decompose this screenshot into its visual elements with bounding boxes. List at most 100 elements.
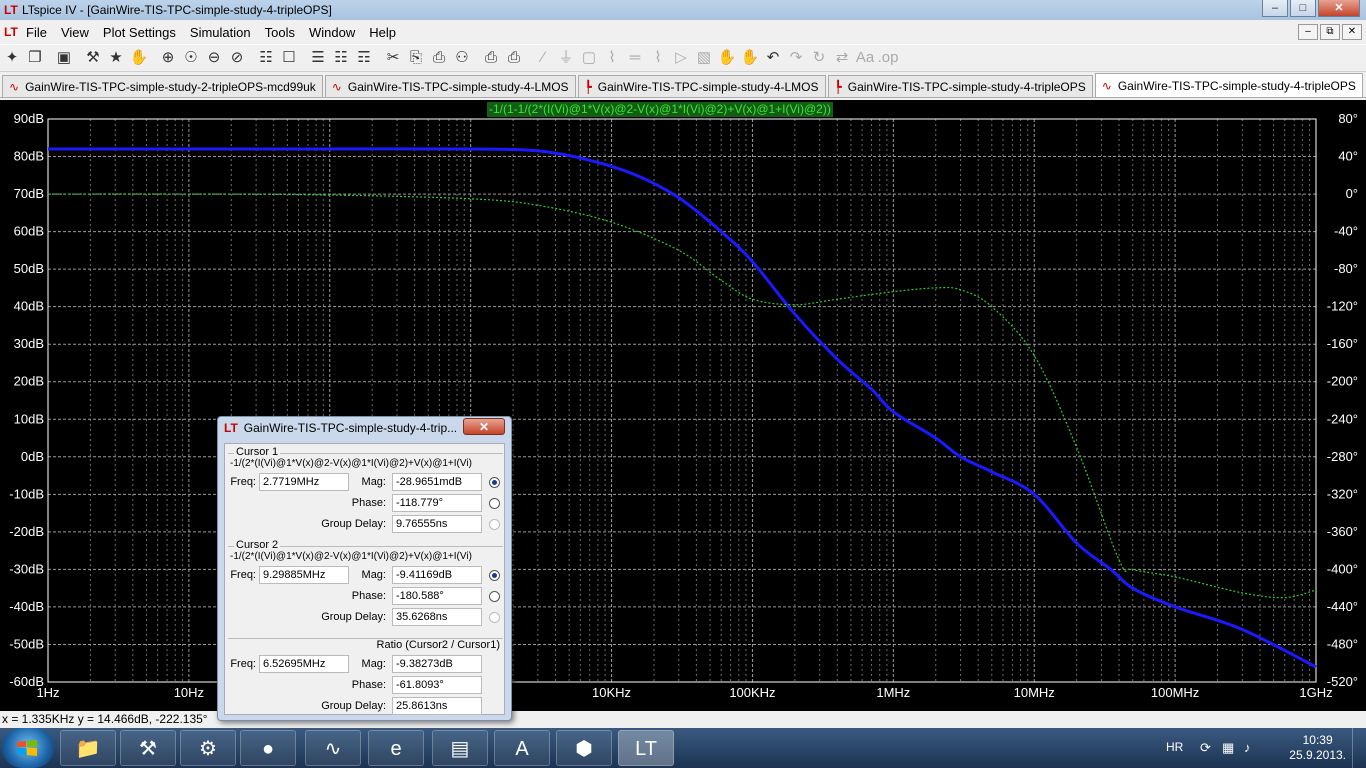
menu-help[interactable]: Help [369,25,396,40]
menu-window[interactable]: Window [309,25,355,40]
cursor2-freq-field[interactable]: 9.29885MHz [259,566,349,584]
zoom-in-icon[interactable]: ⊕ [157,47,179,69]
y-left-tick-label: -20dB [9,524,44,539]
mdi-minimize-button[interactable]: – [1298,24,1318,40]
taskbar-folder-button[interactable]: ▤ [432,730,488,766]
language-indicator[interactable]: HR [1166,740,1183,754]
run-icon[interactable]: ★ [105,47,127,69]
cursor1-phase-field[interactable]: -118.779° [392,494,482,512]
cursor2-group-delay-radio[interactable] [489,612,500,623]
menu-plot-settings[interactable]: Plot Settings [103,25,176,40]
inductor-icon[interactable]: ⌇ [647,47,669,69]
volume-icon[interactable]: ♪ [1244,740,1251,755]
mdi-restore-button[interactable]: ⧉ [1320,24,1340,40]
cursor-dialog-close-button[interactable]: ✕ [463,418,505,435]
y-left-tick-label: 20dB [14,374,44,389]
new-schematic-icon[interactable]: ✦ [1,47,23,69]
drag-icon[interactable]: ✋ [739,47,761,69]
cursor2-phase-radio[interactable] [489,591,500,602]
spice-directive-icon[interactable]: .op [877,47,899,69]
cursor2-phase-field[interactable]: -180.588° [392,587,482,605]
cursor1-group-delay-radio[interactable] [489,519,500,530]
cursor1-mag-field[interactable]: -28.9651mdB [392,473,482,491]
copy-icon[interactable]: ⎘ [405,47,427,69]
show-desktop-button[interactable] [1352,728,1366,768]
cursor1-mag-radio[interactable] [489,477,500,488]
open-icon[interactable]: ❐ [24,47,46,69]
move-icon[interactable]: ✋ [716,47,738,69]
cut-icon[interactable]: ✂ [382,47,404,69]
bode-plot[interactable]: 90dB 80dB 70dB 60dB 50dB 40dB 30dB 20dB 10dB 0dB -… [0,100,1366,711]
rotate-icon[interactable]: ↻ [808,47,830,69]
x-tick-label: 10KHz [592,685,631,700]
cursor1-group-delay-field[interactable]: 9.76555ns [392,515,482,533]
tab-3[interactable]: ┡ GainWire-TIS-TPC-simple-study-4-LMOS [577,75,826,97]
menu-file[interactable]: File [26,25,47,40]
taskbar-ltspice-button[interactable]: LT [618,730,674,766]
cursor1-phase-radio[interactable] [489,498,500,509]
print-preview-icon[interactable]: ⎙ [480,47,502,69]
ltspice-app-icon[interactable]: LT [4,3,18,17]
tab-1[interactable]: ∿ GainWire-TIS-TPC-simple-study-2-tripleO… [2,75,323,97]
tile-horizontal-icon[interactable]: ☰ [307,47,329,69]
control-panel-icon[interactable]: ⚒ [82,47,104,69]
clock[interactable]: 10:39 25.9.2013. [1289,733,1346,763]
find-icon[interactable]: ⚇ [451,47,473,69]
cursor2-group-delay-field[interactable]: 35.6268ns [392,608,482,626]
mdi-close-button[interactable]: ✕ [1342,24,1362,40]
cursor1-freq-field[interactable]: 2.7719MHz [259,473,349,491]
cursor2-mag-radio[interactable] [489,570,500,581]
cursor2-mag-field[interactable]: -9.41169dB [392,566,482,584]
menu-simulation[interactable]: Simulation [190,25,251,40]
title-bar[interactable]: LT LTspice IV - [GainWire-TIS-TPC-simple… [0,0,1366,20]
zoom-rect-icon[interactable]: ☉ [180,47,202,69]
pan-icon[interactable]: ✋ [128,47,150,69]
sync-icon[interactable]: ⟳ [1200,740,1211,756]
print-icon[interactable]: ⎙ [503,47,525,69]
ratio-mag-field[interactable]: -9.38273dB [392,655,482,673]
tile-vertical-icon[interactable]: ☶ [353,47,375,69]
label-icon[interactable]: ▢ [578,47,600,69]
redo-icon[interactable]: ↷ [785,47,807,69]
cascade-icon[interactable]: ☷ [330,47,352,69]
zoom-cancel-icon[interactable]: ⊘ [226,47,248,69]
taskbar-ie-button[interactable]: e [368,730,424,766]
tab-4[interactable]: ┡ GainWire-TIS-TPC-simple-study-4-tripleO… [827,75,1093,97]
ratio-phase-field[interactable]: -61.8093° [392,676,482,694]
diode-icon[interactable]: ▷ [670,47,692,69]
fit-icon[interactable]: ☐ [278,47,300,69]
capacitor-icon[interactable]: ═ [624,47,646,69]
paste-icon[interactable]: ⎙ [428,47,450,69]
taskbar-scope-button[interactable]: ∿ [305,730,361,766]
tab-2[interactable]: ∿ GainWire-TIS-TPC-simple-study-4-LMOS [324,75,576,97]
taskbar-word-button[interactable]: A [494,730,550,766]
cursor1-expression: -1/(2*(I(Vi)@1*V(x)@2-V(x)@1*I(Vi)@2)+V(… [230,458,472,469]
minimize-button[interactable]: – [1262,0,1288,17]
taskbar-pdf-button[interactable]: ⬢ [556,730,612,766]
network-icon[interactable]: ▦ [1222,740,1234,756]
resistor-icon[interactable]: ⌇ [601,47,623,69]
taskbar-installer-button[interactable]: ⚒ [120,730,176,766]
taskbar-security-button[interactable]: ● [240,730,296,766]
taskbar-explorer-button[interactable]: 📁 [60,730,116,766]
wire-icon[interactable]: ∕ [532,47,554,69]
ratio-group-delay-field[interactable]: 25.8613ns [392,697,482,715]
save-icon[interactable]: ▣ [53,47,75,69]
ratio-freq-field[interactable]: 6.52695MHz [259,655,349,673]
taskbar-tool-button[interactable]: ⚙ [180,730,236,766]
text-icon[interactable]: Aa [854,47,876,69]
autorange-icon[interactable]: ☷ [255,47,277,69]
zoom-out-icon[interactable]: ⊖ [203,47,225,69]
ground-icon[interactable]: ⏚ [555,47,577,69]
mirror-icon[interactable]: ⇄ [831,47,853,69]
menu-tools[interactable]: Tools [265,25,295,40]
undo-icon[interactable]: ↶ [762,47,784,69]
maximize-button[interactable]: □ [1290,0,1316,17]
document-icon[interactable]: LT [4,24,20,40]
menu-view[interactable]: View [61,25,89,40]
tab-5[interactable]: ∿ GainWire-TIS-TPC-simple-study-4-tripleO… [1094,73,1363,97]
component-icon[interactable]: ▧ [693,47,715,69]
close-button[interactable]: ✕ [1318,0,1360,17]
start-button[interactable] [2,728,54,768]
trace-expression-label[interactable]: -1/(1-1/(2*(I(Vi)@1*V(x)@2-V(x)@1*I(Vi)@… [487,102,833,117]
